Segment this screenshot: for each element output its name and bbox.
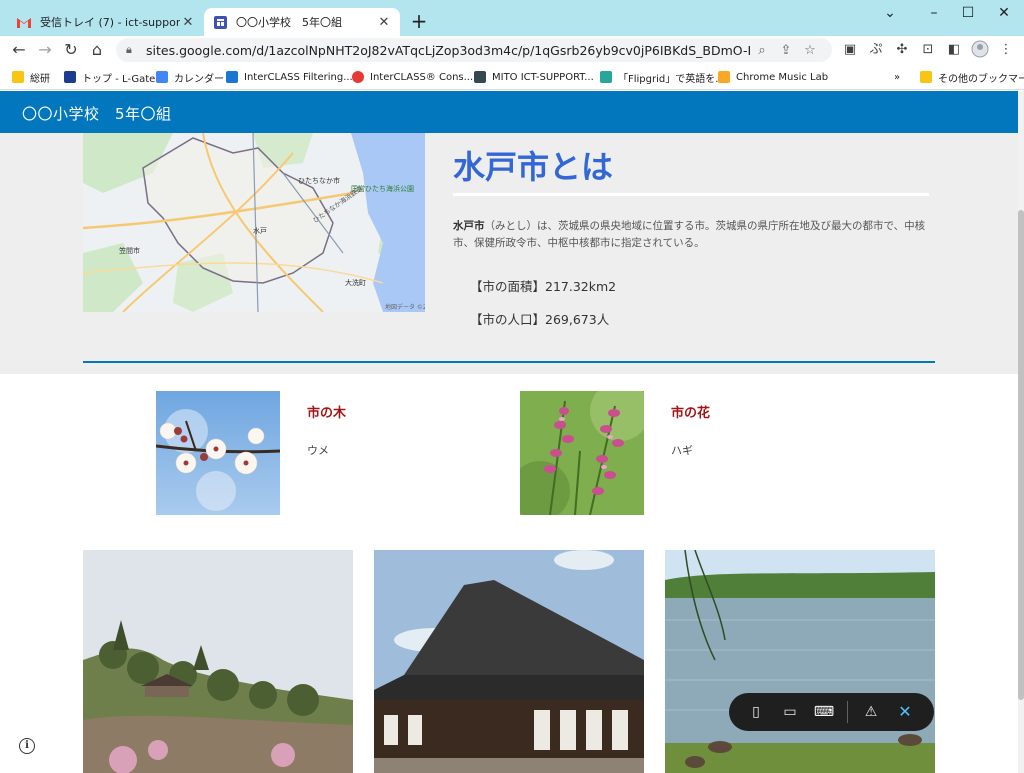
close-window-button[interactable]: ✕ [982,0,1024,28]
page-scrollbar-thumb[interactable] [1018,210,1024,700]
description-text: （みとし）は、茨城県の県央地域に位置する市。茨城県の県庁所在地及び最大の都市で、… [453,220,926,249]
city-description: 水戸市（みとし）は、茨城県の県央地域に位置する市。茨城県の県庁所在地及び最大の都… [453,218,933,252]
lock-icon[interactable]: 🔒︎ [126,43,138,57]
city-map[interactable]: ひたちなか市 国営ひたち海浜公園 ひたちなか海浜鉄道 大洗町 笠間市 水戸 地図… [83,133,425,312]
page-heading: 水戸市とは [453,148,614,186]
bookmarks-bar: 総研 トップ - L-Gate カレンダー InterCLASS Filteri… [0,64,1024,90]
menu-icon[interactable]: ⋮ [996,40,1016,60]
kairakuen-photo[interactable] [83,550,353,773]
map-label: 水戸 [253,226,267,235]
city-flower-label: 市の花 [671,406,711,421]
gmail-icon [16,14,32,30]
tab-search-icon[interactable]: ⌄ [868,0,912,28]
phone-preview-icon[interactable]: ▯ [739,698,773,726]
city-tree-name: ウメ [307,444,329,457]
share-icon[interactable]: ⇪ [774,43,798,58]
url-text: sites.google.com/d/1azcolNpNHT2oJ82vATqc… [146,42,750,58]
profile-avatar[interactable] [970,40,990,60]
other-bookmarks-folder[interactable]: その他のブックマーク [920,68,1024,86]
forward-button[interactable]: → [34,39,56,61]
back-button[interactable]: ← [8,39,30,61]
home-button[interactable]: ⌂ [86,39,108,61]
desktop-preview-icon[interactable]: ⌨ [807,698,841,726]
city-area: 【市の面積】217.32km2 [470,279,617,294]
extension-icon[interactable]: ぷ [866,40,886,60]
senbako-lake-photo[interactable] [665,550,935,773]
new-tab-button[interactable]: + [408,10,430,32]
bush-clover-image[interactable] [520,391,644,515]
close-tab-icon[interactable]: ✕ [376,15,392,30]
site-info-icon[interactable]: i [19,738,35,754]
map-label: 笠間市 [119,246,140,255]
tab-title: 受信トレイ (7) - ict-support@mict... [40,16,180,29]
description-bold: 水戸市 [453,220,485,232]
feedback-icon[interactable]: ⚠︎ [854,698,888,726]
zoom-icon[interactable]: ⌕ [750,43,774,58]
site-title[interactable]: 〇〇小学校 5年〇組 [22,103,172,124]
bookmark-item[interactable]: 総研 [12,68,50,86]
plum-blossom-image[interactable] [156,391,280,515]
bookmark-item[interactable]: Chrome Music Lab [718,68,828,86]
reload-button[interactable]: ↻ [60,39,82,61]
close-tab-icon[interactable]: ✕ [180,15,196,30]
bookmark-item[interactable]: カレンダー [156,68,224,86]
city-population: 【市の人口】269,673人 [470,312,610,327]
side-panel-icon[interactable]: ◧ [944,40,964,60]
map-credit: 地図データ ©2 [385,303,425,311]
city-tree-label: 市の木 [307,406,347,421]
section-divider [83,361,935,363]
bookmark-item[interactable]: InterCLASS Filtering... [226,68,353,86]
bookmark-star-icon[interactable]: ☆ [798,43,822,58]
extensions-puzzle-icon[interactable]: ✣ [892,40,912,60]
toolbar-separator [847,701,848,723]
preview-toolbar: ▯ ▭ ⌨ ⚠︎ ✕ [729,693,934,731]
address-bar[interactable]: 🔒︎ sites.google.com/d/1azcolNpNHT2oJ82vA… [116,38,832,62]
tablet-preview-icon[interactable]: ▭ [773,698,807,726]
more-bookmarks-chevron[interactable]: » [894,68,900,86]
city-flower-name: ハギ [671,444,693,457]
kodokan-photo[interactable] [374,550,644,773]
close-preview-icon[interactable]: ✕ [888,698,922,726]
extension-icon[interactable]: ▣ [840,40,860,60]
heading-divider [453,193,929,196]
map-label: 大洗町 [345,278,366,287]
google-sites-icon [212,14,228,30]
bookmark-item[interactable]: 「Flipgrid」で英語を... [600,68,725,86]
tab-gmail[interactable]: 受信トレイ (7) - ict-support@mict... ✕ [8,8,204,36]
cast-icon[interactable]: ⊡ [918,40,938,60]
bookmark-item[interactable]: InterCLASS® Cons... [352,68,473,86]
bookmark-item[interactable]: トップ - L-Gate [64,68,155,86]
site-header: 〇〇小学校 5年〇組 [0,91,1024,133]
bookmark-item[interactable]: MITO ICT-SUPPORT... [474,68,594,86]
tab-sites[interactable]: 〇〇小学校 5年〇組 ✕ [204,8,400,36]
tab-strip: 受信トレイ (7) - ict-support@mict... ✕ 〇〇小学校 … [0,0,1024,36]
browser-toolbar: ← → ↻ ⌂ 🔒︎ sites.google.com/d/1azcolNpNH… [0,36,1024,64]
map-label: ひたちなか市 [298,176,340,185]
tab-title: 〇〇小学校 5年〇組 [236,16,342,29]
